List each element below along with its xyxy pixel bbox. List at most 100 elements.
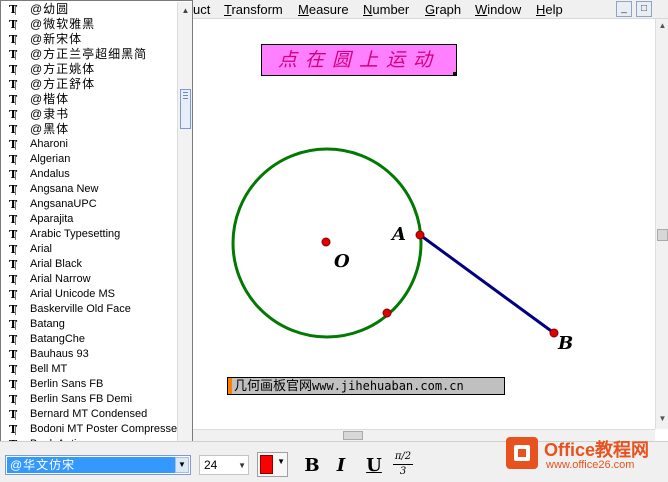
font-dropdown-list[interactable]: T @幼圆 T @微软雅黑 T @新宋体 T @方正兰亭超细黑简 T @方正姚体 T @方正舒体 T @楷… <box>0 0 193 453</box>
title-caption[interactable]: 点在圆上运动 <box>261 44 457 76</box>
font-list-item[interactable]: T Arial <box>1 242 177 257</box>
menu-accel: H <box>536 2 546 17</box>
fraction-numerator: π/2 <box>394 451 412 462</box>
font-list-item[interactable]: T @隶书 <box>1 107 177 122</box>
font-name: Bernard MT Condensed <box>30 408 148 420</box>
font-list-item[interactable]: T Bell MT <box>1 362 177 377</box>
font-list-item[interactable]: T AngsanaUPC <box>1 197 177 212</box>
scroll-thumb[interactable] <box>657 229 668 241</box>
minimize-button[interactable]: _ <box>616 1 632 17</box>
font-list-item[interactable]: T @方正舒体 <box>1 77 177 92</box>
font-list-item[interactable]: T @楷体 <box>1 92 177 107</box>
font-name: @隶书 <box>30 107 70 121</box>
font-name: Arial Narrow <box>30 273 91 285</box>
font-list-item[interactable]: T Algerian <box>1 152 177 167</box>
website-url: www.jihehuaban.com.cn <box>312 379 464 393</box>
menu-number[interactable]: Number <box>363 2 409 17</box>
font-name: Bell MT <box>30 363 68 375</box>
label-b[interactable]: B <box>558 333 573 354</box>
underline-button[interactable]: U <box>362 454 386 478</box>
font-name: @方正姚体 <box>30 62 96 76</box>
font-list: T @幼圆 T @微软雅黑 T @新宋体 T @方正兰亭超细黑简 T @方正姚体 T @方正舒体 T @楷… <box>1 2 177 452</box>
font-list-item[interactable]: T @幼圆 <box>1 2 177 17</box>
scroll-thumb[interactable] <box>343 431 363 440</box>
truetype-font-icon: T <box>9 423 22 436</box>
scroll-up-arrow-icon[interactable]: ▲ <box>657 21 668 33</box>
truetype-font-icon: T <box>9 378 22 391</box>
chevron-down-icon[interactable]: ▼ <box>238 457 246 475</box>
caption-marker <box>228 378 232 394</box>
menu-accel: M <box>298 2 309 17</box>
font-name: Berlin Sans FB Demi <box>30 393 133 405</box>
font-list-item[interactable]: T Arabic Typesetting <box>1 227 177 242</box>
font-list-item[interactable]: T @方正姚体 <box>1 62 177 77</box>
canvas-vertical-scrollbar[interactable]: ▲ ▼ <box>655 19 668 429</box>
menu-transform[interactable]: Transform <box>224 2 283 17</box>
font-list-item[interactable]: T Arial Black <box>1 257 177 272</box>
resize-handle[interactable] <box>453 72 457 76</box>
font-list-item[interactable]: T @新宋体 <box>1 32 177 47</box>
label-a[interactable]: A <box>392 224 406 245</box>
restore-button[interactable]: □ <box>636 1 652 17</box>
font-list-item[interactable]: T Arial Narrow <box>1 272 177 287</box>
truetype-font-icon: T <box>9 303 22 316</box>
font-list-item[interactable]: T Arial Unicode MS <box>1 287 177 302</box>
font-list-item[interactable]: T Berlin Sans FB Demi <box>1 392 177 407</box>
font-name: Angsana New <box>30 183 99 195</box>
font-name: @新宋体 <box>30 32 83 46</box>
chevron-down-icon[interactable]: ▼ <box>175 457 189 473</box>
website-caption[interactable]: 几何画板官网www.jihehuaban.com.cn <box>227 377 505 395</box>
chevron-down-icon[interactable]: ▼ <box>277 457 285 466</box>
font-list-item[interactable]: T Bauhaus 93 <box>1 347 177 362</box>
font-name: Baskerville Old Face <box>30 303 131 315</box>
font-list-scrollbar[interactable]: ▲ ▼ <box>177 2 192 452</box>
font-family-combo[interactable]: @华文仿宋 ▼ <box>5 455 191 475</box>
truetype-font-icon: T <box>9 108 22 121</box>
font-list-item[interactable]: T Angsana New <box>1 182 177 197</box>
menu-window[interactable]: Window <box>475 2 521 17</box>
title-text: 点在圆上运动 <box>277 49 440 71</box>
italic-button[interactable]: I <box>329 454 353 478</box>
menu-measure[interactable]: Measure <box>298 2 349 17</box>
font-list-item[interactable]: T @方正兰亭超细黑简 <box>1 47 177 62</box>
scroll-thumb[interactable] <box>180 89 191 129</box>
truetype-font-icon: T <box>9 348 22 361</box>
font-name: Bauhaus 93 <box>30 348 89 360</box>
font-name: Algerian <box>30 153 71 165</box>
truetype-font-icon: T <box>9 258 22 271</box>
font-list-item[interactable]: T BatangChe <box>1 332 177 347</box>
font-list-item[interactable]: T Bodoni MT Poster Compressed <box>1 422 177 437</box>
font-name: @楷体 <box>30 92 70 106</box>
text-color-button[interactable]: ▼ <box>257 452 288 477</box>
font-family-value[interactable]: @华文仿宋 <box>7 457 175 473</box>
font-list-item[interactable]: T Aharoni <box>1 137 177 152</box>
math-format-button[interactable]: π/2 3 <box>390 451 416 479</box>
font-list-item[interactable]: T Batang <box>1 317 177 332</box>
font-list-item[interactable]: T Aparajita <box>1 212 177 227</box>
font-list-item[interactable]: T Baskerville Old Face <box>1 302 177 317</box>
font-size-combo[interactable]: 24 ▼ <box>199 455 249 475</box>
menu-help[interactable]: Help <box>536 2 563 17</box>
menu-accel: N <box>363 2 373 17</box>
truetype-font-icon: T <box>9 243 22 256</box>
scroll-up-arrow-icon[interactable]: ▲ <box>180 4 191 17</box>
font-list-item[interactable]: T Berlin Sans FB <box>1 377 177 392</box>
font-list-item[interactable]: T @黑体 <box>1 122 177 137</box>
font-list-item[interactable]: T @微软雅黑 <box>1 17 177 32</box>
truetype-font-icon: T <box>9 168 22 181</box>
font-list-item[interactable]: T Bernard MT Condensed <box>1 407 177 422</box>
menu-graph[interactable]: Graph <box>425 2 461 17</box>
menu-construct[interactable]: uct <box>193 2 210 17</box>
truetype-font-icon: T <box>9 3 22 16</box>
font-list-item[interactable]: T Andalus <box>1 167 177 182</box>
label-o[interactable]: O <box>334 251 350 272</box>
sketch-canvas[interactable] <box>193 19 655 429</box>
font-name: @方正兰亭超细黑简 <box>30 47 148 61</box>
truetype-font-icon: T <box>9 333 22 346</box>
scroll-down-arrow-icon[interactable]: ▼ <box>657 414 668 426</box>
truetype-font-icon: T <box>9 63 22 76</box>
bold-button[interactable]: B <box>300 454 324 478</box>
menu-label: indow <box>487 2 522 17</box>
menu-accel: G <box>425 2 436 17</box>
font-name: Arial Unicode MS <box>30 288 115 300</box>
